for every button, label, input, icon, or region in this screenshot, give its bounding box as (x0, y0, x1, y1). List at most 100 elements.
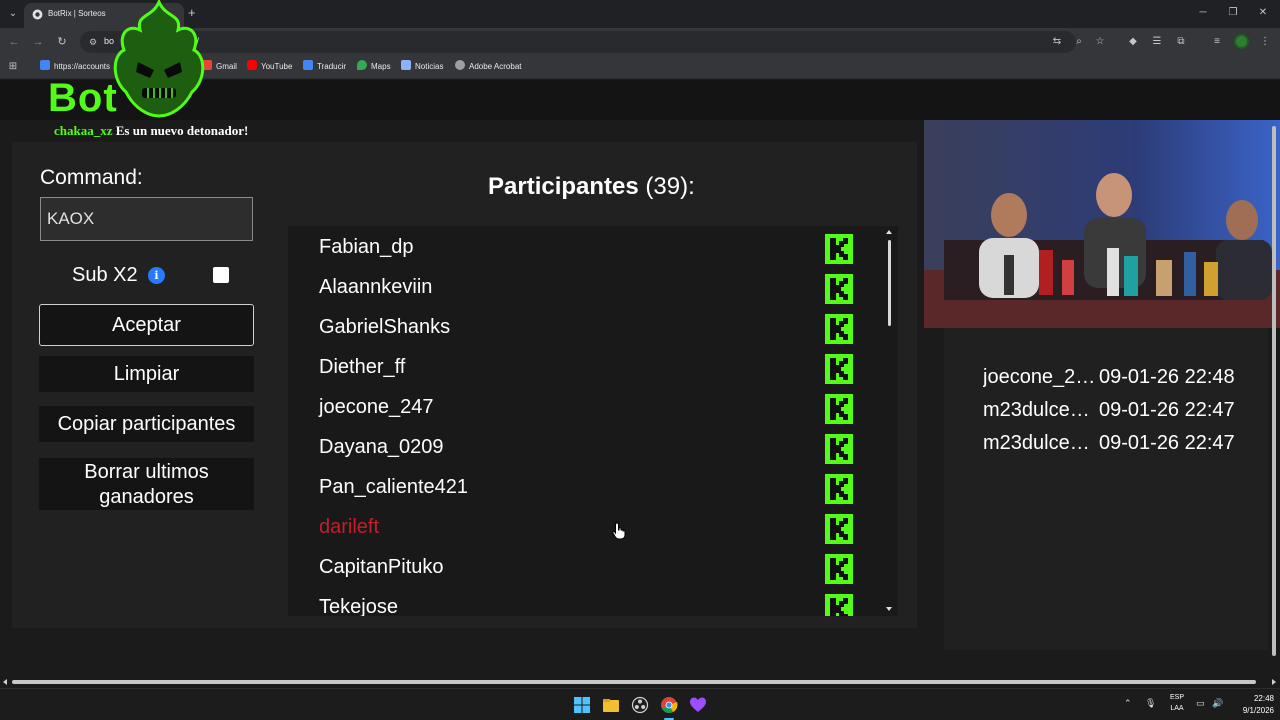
horizontal-scroll-thumb[interactable] (12, 680, 1256, 684)
participant-row[interactable]: joecone_247 (288, 390, 868, 430)
news-icon (401, 60, 411, 70)
tray-overflow-chevron-icon[interactable]: ⌃ (1124, 698, 1132, 709)
minimize-window-button[interactable]: ─ (1190, 4, 1216, 22)
participant-name: Alaannkeviin (319, 276, 433, 298)
kick-platform-icon (825, 234, 853, 264)
apps-grid-icon[interactable]: ⊞ (6, 60, 20, 74)
giveaway-panel: Command: Sub X2 i Aceptar Limpiar Copiar… (12, 142, 917, 628)
winner-row: m23dulcemilk 09-01-26 22:47 (983, 432, 1235, 455)
participants-list[interactable]: Fabian_dp Alaannkeviin GabrielShanks Diethe… (288, 226, 898, 616)
participant-row[interactable]: darileft (288, 510, 868, 550)
participant-name: Pan_caliente421 (319, 476, 469, 498)
streamer-webcam (924, 120, 1280, 328)
webcam-image (924, 120, 1280, 328)
tab-search-chevron-icon[interactable]: ⌄ (4, 5, 22, 23)
bookmark-accounts[interactable]: https://accounts (40, 60, 110, 74)
bookmark-star-icon[interactable]: ☆ (1093, 35, 1107, 49)
copy-participants-button[interactable]: Copiar participantes (39, 406, 254, 442)
bookmark-adobe-acrobat[interactable]: Adobe Acrobat (455, 60, 521, 74)
clock-date[interactable]: 9/1/2026 (1232, 706, 1274, 715)
participant-name: Tekejose (319, 596, 398, 616)
kick-platform-icon (825, 314, 853, 344)
reading-list-icon[interactable]: ☰ (1150, 35, 1164, 49)
input-layout[interactable]: LAA (1166, 705, 1188, 712)
kick-platform-icon (825, 354, 853, 384)
purple-heart-app-icon[interactable] (689, 696, 707, 714)
last-winner-banner: chakaa_xz Es un nuevo detonador! (54, 123, 248, 139)
sub-x2-label: Sub X2 (72, 264, 138, 286)
winner-row: joecone_247 09-01-26 22:48 (983, 366, 1235, 389)
extensions-puzzle-icon[interactable]: ⧉ (1174, 35, 1188, 49)
extension-diamond-icon[interactable]: ◆ (1126, 35, 1140, 49)
participant-row[interactable]: Diether_ff (288, 350, 868, 390)
winner-date: 09-01-26 22:48 (1099, 366, 1235, 388)
clock-time[interactable]: 22:48 (1240, 694, 1274, 703)
close-window-button[interactable]: ✕ (1250, 4, 1276, 22)
accept-button[interactable]: Aceptar (39, 304, 254, 346)
obs-studio-icon[interactable] (631, 696, 649, 714)
sub-x2-checkbox[interactable] (213, 267, 229, 283)
globe-icon (455, 60, 465, 70)
participant-row[interactable]: Fabian_dp (288, 230, 868, 270)
bookmark-noticias[interactable]: Noticias (401, 60, 443, 74)
network-icon[interactable]: ▭ (1196, 698, 1205, 709)
delete-last-winners-button[interactable]: Borrar ultimos ganadores (39, 458, 254, 510)
participant-name: joecone_247 (319, 396, 434, 418)
site-info-icon[interactable]: ⚙ (86, 35, 100, 49)
scroll-thumb[interactable] (888, 240, 891, 326)
browser-tab-title: BotRix | Sorteos (48, 9, 106, 18)
translate-icon[interactable]: ⇆ (1050, 35, 1064, 49)
kick-platform-icon (825, 474, 853, 504)
participant-row[interactable]: GabrielShanks (288, 310, 868, 350)
back-button[interactable]: ← (6, 34, 22, 50)
winner-date: 09-01-26 22:47 (1099, 399, 1235, 421)
kick-platform-icon (825, 514, 853, 544)
participant-row[interactable]: Alaannkeviin (288, 270, 868, 310)
browser-menu-icon[interactable]: ⋮ (1258, 35, 1272, 49)
forward-button[interactable]: → (30, 34, 46, 50)
command-input[interactable] (40, 197, 253, 241)
scroll-down-arrow-icon[interactable] (886, 607, 892, 611)
winner-date: 09-01-26 22:47 (1099, 432, 1235, 454)
kick-platform-icon (825, 434, 853, 464)
participant-row[interactable]: Tekejose (288, 590, 868, 616)
participant-row[interactable]: Dayana_0209 (288, 430, 868, 470)
windows-start-icon[interactable] (573, 696, 591, 714)
zoom-icon[interactable]: ⌕ (1072, 35, 1086, 49)
media-controls-icon[interactable]: ≡ (1210, 35, 1224, 49)
last-winner-message: Es un nuevo detonador! (115, 123, 249, 138)
bookmark-maps[interactable]: Maps (357, 60, 391, 74)
participant-name: darileft (319, 516, 380, 538)
participant-name: GabrielShanks (319, 316, 451, 338)
bookmark-youtube[interactable]: YouTube (247, 60, 292, 74)
google-icon (40, 60, 50, 70)
winner-row: m23dulcemilk 09-01-26 22:47 (983, 399, 1235, 422)
clear-button[interactable]: Limpiar (39, 356, 254, 392)
participant-row[interactable]: Pan_caliente421 (288, 470, 868, 510)
page-scrollbar[interactable] (1270, 116, 1278, 668)
scroll-right-arrow-icon[interactable] (1272, 679, 1276, 685)
bookmark-traducir[interactable]: Traducir (303, 60, 346, 74)
input-language[interactable]: ESP (1166, 694, 1188, 701)
scroll-left-arrow-icon[interactable] (3, 679, 7, 685)
kick-platform-icon (825, 594, 853, 616)
participant-row[interactable]: CapitanPituko (288, 550, 868, 590)
page-scroll-thumb[interactable] (1272, 126, 1276, 656)
reload-button[interactable]: ↻ (54, 34, 70, 50)
restore-window-button[interactable]: ❐ (1220, 4, 1246, 22)
chrome-icon[interactable] (660, 696, 678, 714)
profile-avatar[interactable] (1234, 34, 1249, 49)
winner-name: joecone_247 (983, 366, 1097, 388)
horizontal-scrollbar[interactable] (0, 676, 1280, 688)
scroll-up-arrow-icon[interactable] (886, 230, 892, 234)
address-bar[interactable]: ⚙ bos/ ⇆ ⌕ ☆ (80, 31, 1104, 53)
kick-platform-icon (825, 274, 853, 304)
info-icon[interactable]: i (148, 267, 165, 284)
participant-name: Fabian_dp (319, 236, 414, 258)
volume-icon[interactable]: 🔊 (1212, 698, 1223, 709)
microphone-icon[interactable]: 🎙 (1145, 698, 1156, 709)
file-explorer-icon[interactable] (602, 696, 620, 714)
participants-scrollbar[interactable] (884, 226, 896, 616)
participant-name: Dayana_0209 (319, 436, 444, 458)
participants-title: Participantes (39): (488, 173, 695, 200)
